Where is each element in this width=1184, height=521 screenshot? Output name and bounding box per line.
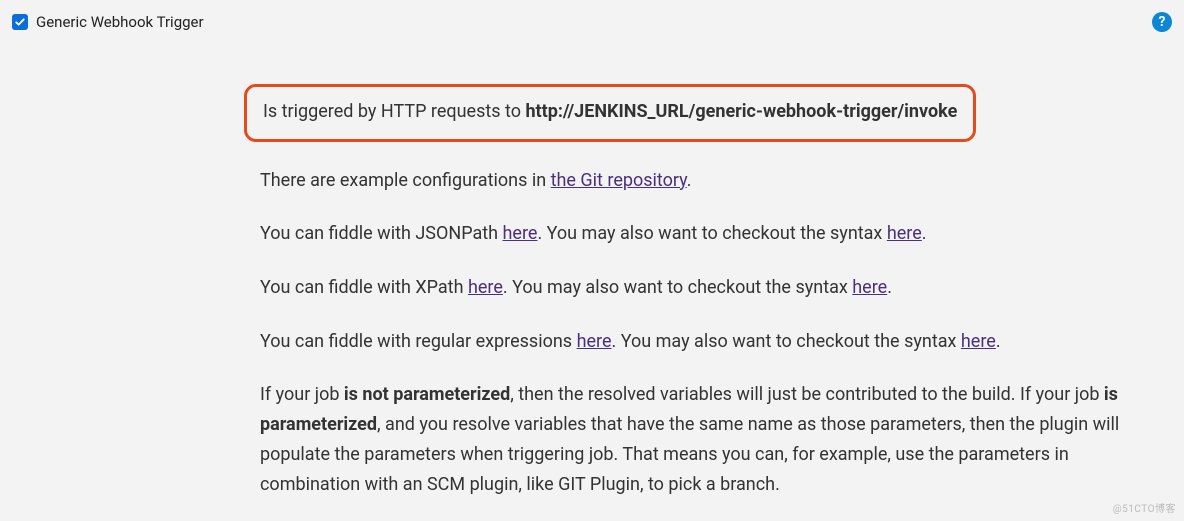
- help-content: Is triggered by HTTP requests to http://…: [260, 84, 1150, 499]
- xpath-paragraph: You can fiddle with XPath here. You may …: [260, 273, 1150, 303]
- regex-paragraph: You can fiddle with regular expressions …: [260, 327, 1150, 357]
- callout-prefix: Is triggered by HTTP requests to: [263, 101, 525, 122]
- callout-url: http://JENKINS_URL/generic-webhook-trigg…: [525, 101, 957, 122]
- jsonpath-syntax-link[interactable]: here: [887, 223, 922, 244]
- xpath-syntax-link[interactable]: here: [852, 277, 887, 298]
- git-repository-link[interactable]: the Git repository: [551, 170, 687, 191]
- example-config-paragraph: There are example configurations in the …: [260, 166, 1150, 196]
- jsonpath-fiddle-link[interactable]: here: [503, 223, 538, 244]
- not-parameterized-bold: is not parameterized: [344, 384, 510, 405]
- generic-webhook-trigger-checkbox[interactable]: [12, 14, 28, 30]
- parameterized-paragraph: If your job is not parameterized, then t…: [260, 380, 1150, 499]
- xpath-fiddle-link[interactable]: here: [468, 277, 503, 298]
- section-label: Generic Webhook Trigger: [36, 13, 204, 31]
- config-section: Generic Webhook Trigger ? Is triggered b…: [0, 0, 1184, 515]
- jsonpath-paragraph: You can fiddle with JSONPath here. You m…: [260, 219, 1150, 249]
- section-header: Generic Webhook Trigger ?: [12, 10, 1172, 36]
- check-icon: [14, 16, 26, 28]
- trigger-url-callout: Is triggered by HTTP requests to http://…: [244, 84, 976, 142]
- help-icon[interactable]: ?: [1152, 12, 1172, 32]
- regex-fiddle-link[interactable]: here: [577, 331, 612, 352]
- regex-syntax-link[interactable]: here: [961, 331, 996, 352]
- watermark-text: @51CTO博客: [1113, 500, 1176, 515]
